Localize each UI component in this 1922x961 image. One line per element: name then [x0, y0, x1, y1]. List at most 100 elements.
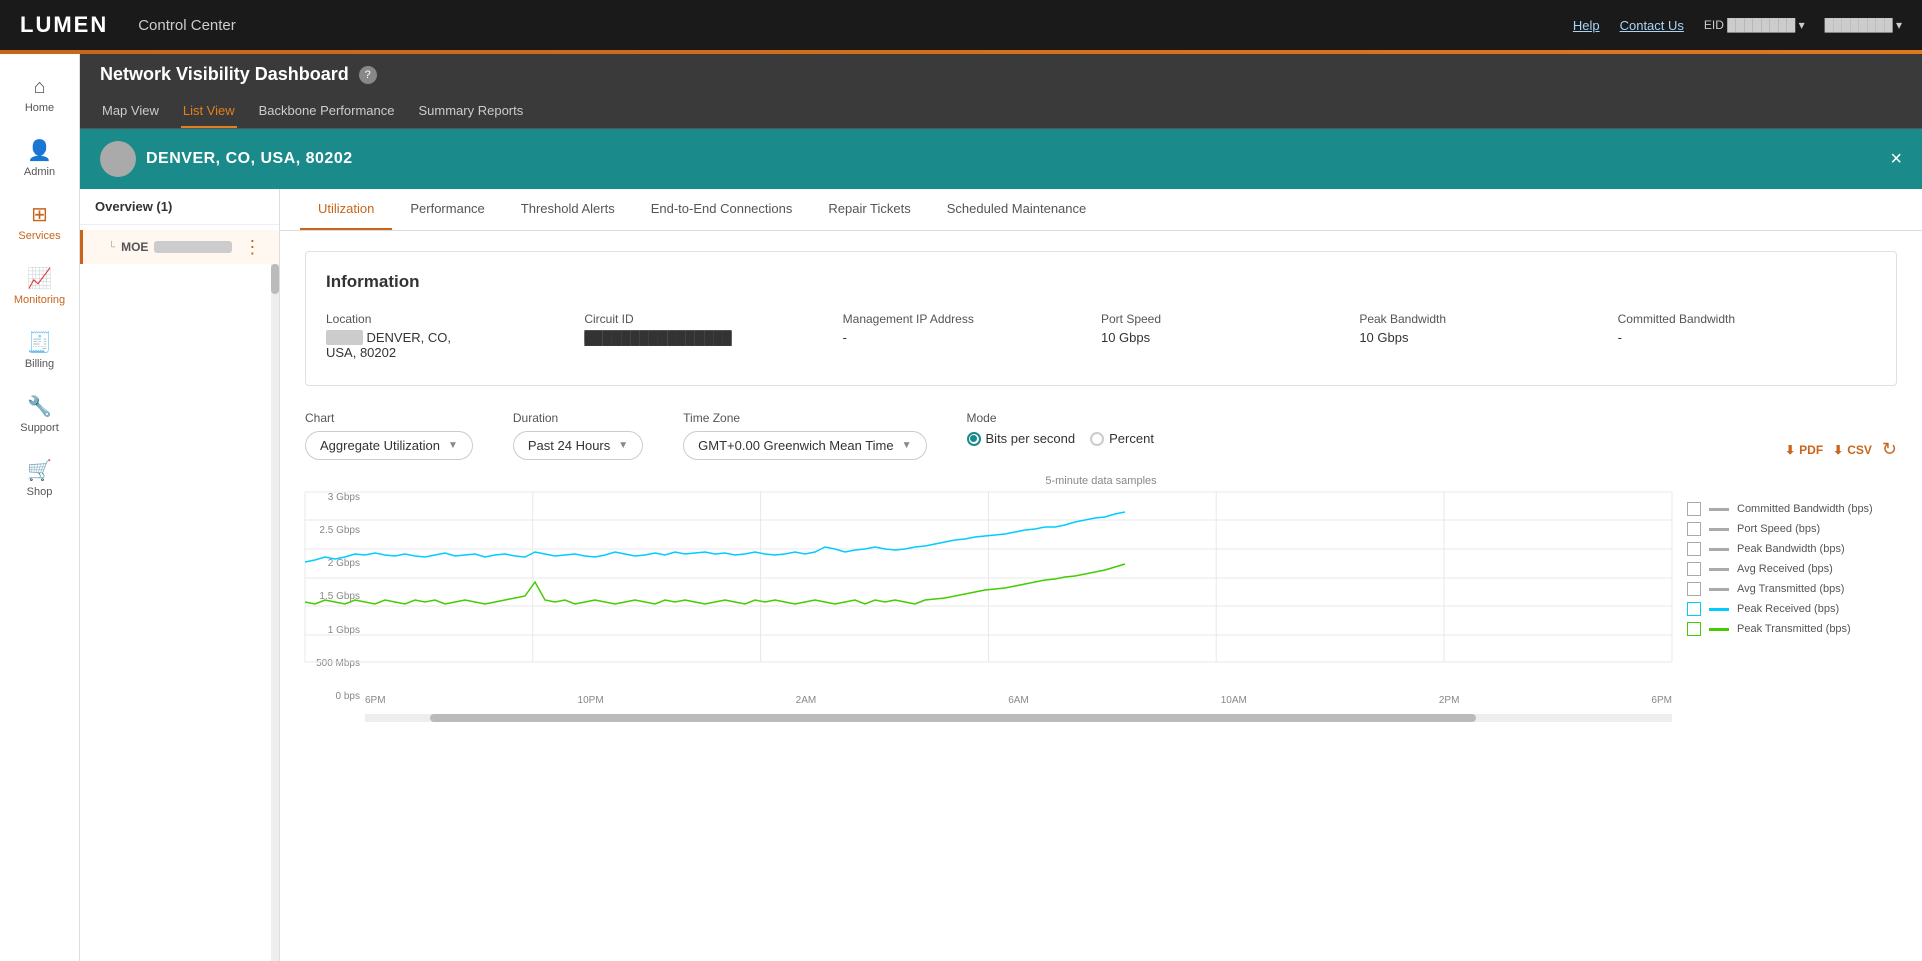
csv-label: CSV: [1847, 443, 1872, 457]
tabs-bar: Utilization Performance Threshold Alerts…: [280, 189, 1922, 231]
legend-checkbox-port-speed[interactable]: [1687, 522, 1701, 536]
legend-checkbox-committed[interactable]: [1687, 502, 1701, 516]
legend-label-avg-rx: Avg Received (bps): [1737, 563, 1833, 575]
sidebar-label-shop: Shop: [27, 486, 53, 498]
legend-checkbox-peak-tx[interactable]: [1687, 622, 1701, 636]
refresh-button[interactable]: ↻: [1882, 439, 1897, 460]
item-more-button[interactable]: ⋮: [238, 238, 266, 256]
sub-nav-list-view[interactable]: List View: [181, 95, 237, 128]
overview-list-item[interactable]: └ MOE ██████████ ⋮: [80, 230, 279, 264]
chart-dropdown-group: Chart Aggregate Utilization ▼: [305, 411, 473, 460]
legend-committed-bandwidth[interactable]: Committed Bandwidth (bps): [1687, 502, 1897, 516]
dashboard-title: Network Visibility Dashboard: [100, 64, 349, 85]
legend-checkbox-peak-rx[interactable]: [1687, 602, 1701, 616]
legend-label-peak-tx: Peak Transmitted (bps): [1737, 623, 1851, 635]
sidebar-item-services[interactable]: ⊞ Services: [0, 190, 79, 254]
chart-legend: Committed Bandwidth (bps) Port Speed (bp…: [1687, 492, 1897, 722]
sub-nav: Map View List View Backbone Performance …: [80, 95, 1922, 129]
chart-dropdown-value: Aggregate Utilization: [320, 438, 440, 453]
overview-list: └ MOE ██████████ ⋮: [80, 230, 279, 264]
location-banner: DENVER, CO, USA, 80202 ×: [80, 129, 1922, 189]
home-icon: ⌂: [33, 76, 45, 99]
sidebar-label-billing: Billing: [25, 358, 54, 370]
banner-close-button[interactable]: ×: [1890, 148, 1902, 171]
sidebar-item-shop[interactable]: 🛒 Shop: [0, 446, 79, 510]
tab-performance[interactable]: Performance: [392, 189, 502, 230]
export-csv-button[interactable]: ⬇ CSV: [1833, 443, 1872, 457]
inner-content: Information Location ████ DENVER, CO,USA…: [280, 231, 1922, 742]
main-layout: ⌂ Home 👤 Admin ⊞ Services 📈 Monitoring 🧾…: [0, 54, 1922, 961]
item-arrow: └: [108, 242, 115, 253]
app-name: Control Center: [138, 17, 236, 34]
timezone-dropdown[interactable]: GMT+0.00 Greenwich Mean Time ▼: [683, 431, 926, 460]
eid-label[interactable]: EID ████████ ▾: [1704, 18, 1805, 32]
chart-h-scrollbar[interactable]: [365, 714, 1672, 722]
chart-controls: Chart Aggregate Utilization ▼ Duration P…: [305, 411, 1897, 460]
sidebar-label-monitoring: Monitoring: [14, 294, 65, 306]
sub-nav-summary[interactable]: Summary Reports: [417, 95, 526, 128]
left-panel-scrollbar[interactable]: [271, 264, 279, 961]
legend-line-port-speed: [1709, 528, 1729, 531]
tab-end-to-end[interactable]: End-to-End Connections: [633, 189, 811, 230]
chart-dropdown-arrow: ▼: [448, 440, 458, 451]
duration-dropdown-arrow: ▼: [618, 440, 628, 451]
legend-label-peak-bw: Peak Bandwidth (bps): [1737, 543, 1845, 555]
tab-scheduled-maintenance[interactable]: Scheduled Maintenance: [929, 189, 1105, 230]
sub-nav-backbone[interactable]: Backbone Performance: [257, 95, 397, 128]
legend-line-peak-tx: [1709, 628, 1729, 631]
location-label: Location: [326, 312, 569, 326]
legend-line-committed: [1709, 508, 1729, 511]
tab-repair-tickets[interactable]: Repair Tickets: [810, 189, 928, 230]
info-col-circuit: Circuit ID ████████████████: [584, 307, 842, 365]
banner-left: DENVER, CO, USA, 80202: [100, 141, 353, 177]
info-col-mgmt-ip: Management IP Address -: [843, 307, 1101, 365]
legend-peak-bandwidth[interactable]: Peak Bandwidth (bps): [1687, 542, 1897, 556]
export-buttons: ⬇ PDF ⬇ CSV ↻: [1785, 439, 1897, 460]
port-speed-label: Port Speed: [1101, 312, 1344, 326]
legend-checkbox-peak-bw[interactable]: [1687, 542, 1701, 556]
h-scrollbar-thumb: [430, 714, 1476, 722]
mode-bps[interactable]: Bits per second: [967, 431, 1076, 446]
mode-percent[interactable]: Percent: [1090, 431, 1154, 446]
legend-peak-received[interactable]: Peak Received (bps): [1687, 602, 1897, 616]
chart-dropdown[interactable]: Aggregate Utilization ▼: [305, 431, 473, 460]
sidebar: ⌂ Home 👤 Admin ⊞ Services 📈 Monitoring 🧾…: [0, 54, 80, 961]
sidebar-item-admin[interactable]: 👤 Admin: [0, 126, 79, 190]
help-icon[interactable]: ?: [359, 66, 377, 84]
legend-port-speed[interactable]: Port Speed (bps): [1687, 522, 1897, 536]
tab-threshold-alerts[interactable]: Threshold Alerts: [503, 189, 633, 230]
legend-line-avg-tx: [1709, 588, 1729, 591]
radio-bps-label: Bits per second: [986, 431, 1076, 446]
legend-avg-received[interactable]: Avg Received (bps): [1687, 562, 1897, 576]
x-label-6am: 6AM: [1008, 695, 1029, 706]
legend-checkbox-avg-rx[interactable]: [1687, 562, 1701, 576]
sub-nav-map-view[interactable]: Map View: [100, 95, 161, 128]
mode-group: Mode Bits per second Percent: [967, 411, 1154, 446]
scrollbar-thumb: [271, 264, 279, 294]
sidebar-item-billing[interactable]: 🧾 Billing: [0, 318, 79, 382]
chart-area: 5-minute data samples 3 Gbps 2.5 Gbps 2 …: [305, 475, 1897, 722]
x-label-6pm-start: 6PM: [365, 695, 386, 706]
sidebar-item-home[interactable]: ⌂ Home: [0, 64, 79, 126]
info-col-port-speed: Port Speed 10 Gbps: [1101, 307, 1359, 365]
legend-checkbox-avg-tx[interactable]: [1687, 582, 1701, 596]
radio-percent-label: Percent: [1109, 431, 1154, 446]
legend-avg-transmitted[interactable]: Avg Transmitted (bps): [1687, 582, 1897, 596]
mode-label: Mode: [967, 411, 1154, 425]
timezone-label: Time Zone: [683, 411, 926, 425]
export-pdf-button[interactable]: ⬇ PDF: [1785, 443, 1823, 457]
admin-icon: 👤: [27, 138, 52, 163]
legend-line-avg-rx: [1709, 568, 1729, 571]
user-label[interactable]: ████████ ▾: [1825, 18, 1902, 32]
tab-utilization[interactable]: Utilization: [300, 189, 392, 230]
location-avatar: [100, 141, 136, 177]
sidebar-item-support[interactable]: 🔧 Support: [0, 382, 79, 446]
contact-link[interactable]: Contact Us: [1620, 18, 1684, 33]
sidebar-item-monitoring[interactable]: 📈 Monitoring: [0, 254, 79, 318]
legend-peak-transmitted[interactable]: Peak Transmitted (bps): [1687, 622, 1897, 636]
top-nav-right: Help Contact Us EID ████████ ▾ ████████ …: [1573, 18, 1902, 33]
duration-dropdown[interactable]: Past 24 Hours ▼: [513, 431, 643, 460]
billing-icon: 🧾: [27, 330, 52, 355]
csv-download-icon: ⬇: [1833, 443, 1843, 457]
help-link[interactable]: Help: [1573, 18, 1600, 33]
